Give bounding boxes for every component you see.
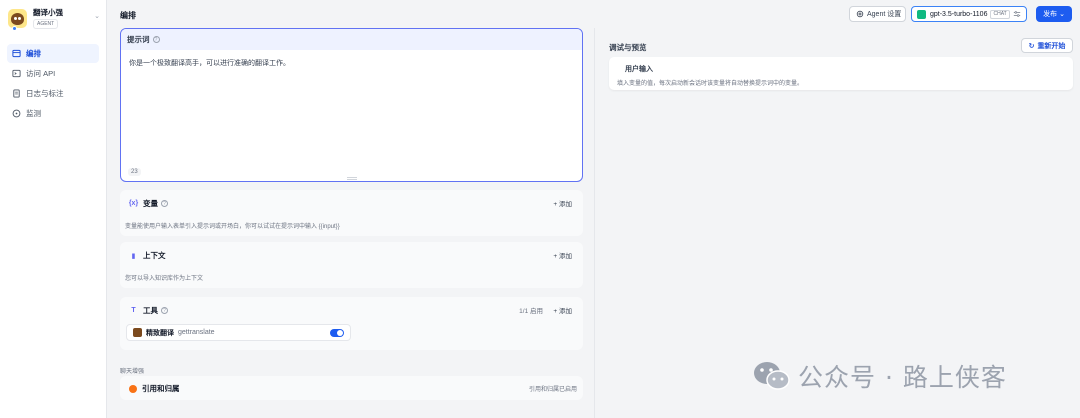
prompt-textarea[interactable]: 你是一个极致翻译高手，可以进行准确的翻译工作。 — [121, 50, 582, 76]
context-section: ▮ 上下文 + 添加 您可以导入知识库作为上下文 — [120, 242, 583, 288]
info-icon[interactable]: ? — [152, 36, 160, 43]
prompt-char-count: 23 — [128, 168, 141, 176]
user-input-description: 填入变量的值，每次启动新会话时该变量将自动替换提示词中的变量。 — [617, 81, 804, 87]
variable-braces-icon: {x} — [128, 200, 139, 207]
tool-avatar-icon — [133, 328, 142, 337]
tools-enabled-count: 1/1 启用 — [519, 308, 543, 315]
sidebar-item-label: 日志与标注 — [26, 89, 64, 98]
user-input-card: 用户输入 填入变量的值，每次启动新会话时该变量将自动替换提示词中的变量。 — [609, 57, 1073, 90]
agent-settings-button[interactable]: Agent 设置 — [849, 6, 906, 22]
tool-icon: T — [131, 307, 136, 314]
tools-section: T 工具 ? 1/1 启用 + 添加 精致翻译 gettranslate — [120, 297, 583, 350]
citation-title: 引用和归属 — [142, 384, 180, 393]
add-variable-button[interactable]: + 添加 — [553, 198, 572, 208]
restart-label: 重新开始 — [1037, 42, 1066, 50]
app-type-badge: AGENT — [33, 19, 59, 29]
prompt-editor[interactable]: 提示词 ? 你是一个极致翻译高手，可以进行准确的翻译工作。 23 — [120, 28, 583, 182]
sidebar-item-label: 编排 — [26, 49, 41, 58]
sidebar-item-api[interactable]: 访问 API — [7, 64, 99, 83]
model-name: gpt-3.5-turbo-1106 — [930, 10, 988, 18]
tools-title: 工具 — [143, 306, 158, 315]
sliders-icon — [1013, 11, 1020, 17]
model-selector[interactable]: gpt-3.5-turbo-1106 CHAT — [911, 6, 1027, 22]
sidebar-item-monitor[interactable]: 监测 — [7, 104, 99, 123]
monitor-icon — [12, 109, 21, 118]
user-input-title: 用户输入 — [625, 66, 653, 73]
info-icon[interactable]: ? — [161, 307, 168, 314]
preview-title: 调试与预览 — [609, 43, 647, 52]
file-icon: ▮ — [131, 252, 136, 260]
wechat-icon — [754, 362, 790, 390]
prompt-title: 提示词 — [127, 35, 150, 44]
add-tool-button[interactable]: + 添加 — [553, 305, 572, 315]
prompt-header: 提示词 ? — [121, 29, 582, 50]
variables-description: 变量能使用户输入表单引入提示词或开场白，你可以试试在提示词中输入 {{input… — [125, 224, 340, 230]
sidebar-item-orchestrate[interactable]: 编排 — [7, 44, 99, 63]
sidebar: 翻译小强 AGENT ⌄ 编排 访问 API 日志与标注 监测 — [0, 0, 107, 418]
tool-item[interactable]: 精致翻译 gettranslate — [126, 324, 351, 341]
watermark-text: 公众号 · 路上侠客 — [798, 363, 1007, 392]
context-description: 您可以导入知识库作为上下文 — [125, 276, 204, 282]
tool-enable-toggle[interactable] — [330, 329, 344, 337]
gear-icon — [856, 10, 864, 18]
chevron-down-icon[interactable]: ⌄ — [94, 12, 100, 20]
publish-button[interactable]: 发布 ⌄ — [1036, 6, 1072, 22]
context-title: 上下文 — [143, 251, 166, 260]
add-context-button[interactable]: + 添加 — [553, 250, 572, 260]
tool-name: 精致翻译 — [146, 329, 174, 337]
sidebar-nav: 编排 访问 API 日志与标注 监测 — [7, 44, 99, 124]
app-name: 翻译小强 — [33, 8, 63, 17]
restart-button[interactable]: ↻ 重新开始 — [1021, 38, 1073, 53]
bear-face-icon — [11, 12, 24, 25]
sidebar-item-label: 访问 API — [26, 69, 56, 78]
info-icon[interactable]: ? — [161, 200, 168, 207]
citation-status: 引用和归属已启用 — [528, 387, 577, 393]
sidebar-item-label: 监测 — [26, 109, 41, 118]
watermark: 公众号 · 路上侠客 — [752, 358, 1007, 394]
tool-identifier: gettranslate — [178, 329, 215, 336]
publish-label: 发布 — [1043, 11, 1058, 18]
sidebar-item-logs[interactable]: 日志与标注 — [7, 84, 99, 103]
agent-settings-label: Agent 设置 — [867, 11, 902, 18]
citation-section: 引用和归属 引用和归属已启用 — [120, 376, 583, 400]
app-header[interactable]: 翻译小强 AGENT ⌄ — [8, 8, 102, 31]
variables-section: {x} 变量 ? + 添加 变量能使用户输入表单引入提示词或开场白，你可以试试在… — [120, 190, 583, 236]
status-dot — [12, 26, 17, 31]
document-icon — [13, 89, 20, 98]
citation-icon — [129, 384, 137, 393]
chat-enhance-label: 聊天增强 — [120, 369, 145, 375]
openai-icon — [917, 9, 926, 19]
page-title: 编排 — [120, 11, 136, 20]
chevron-down-icon: ⌄ — [1059, 11, 1065, 18]
resize-handle[interactable] — [347, 177, 357, 178]
model-mode-tag: CHAT — [990, 9, 1010, 19]
refresh-icon: ↻ — [1028, 42, 1035, 50]
layout-icon — [12, 49, 21, 58]
app-avatar — [8, 9, 27, 31]
variables-title: 变量 — [143, 199, 158, 208]
terminal-icon — [12, 69, 21, 78]
